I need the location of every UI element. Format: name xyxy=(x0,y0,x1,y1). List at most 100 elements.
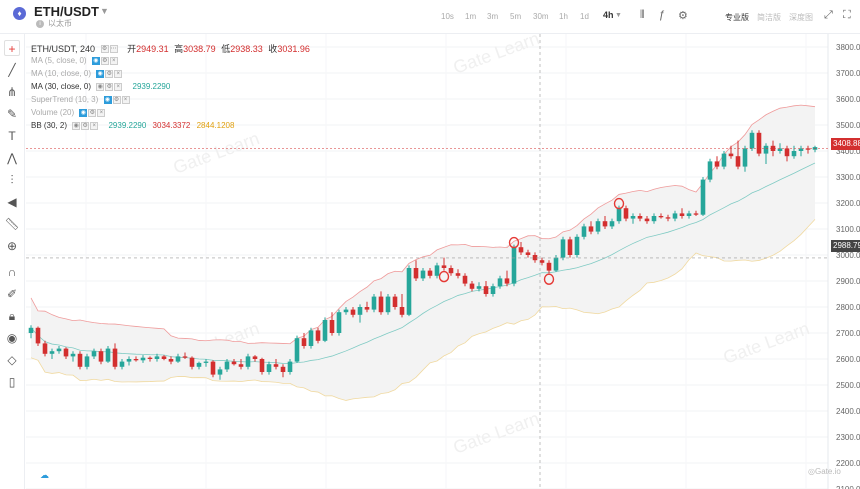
interval-10s[interactable]: 10s xyxy=(441,12,454,21)
drawing-toolbar: + ╱ ⋔ ✎ T ⋀ ⫶ ◀ 📏︎ ⊕ ∩ ✐ 🔒︎ ◉ ◇ ▯ xyxy=(0,34,25,489)
magnet-icon[interactable]: ∩ xyxy=(4,264,20,280)
interval-1h[interactable]: 1h xyxy=(559,12,568,21)
candle-body xyxy=(98,351,104,362)
candle-body xyxy=(651,216,657,222)
interval-3m[interactable]: 3m xyxy=(487,12,498,21)
candle-body xyxy=(735,156,741,167)
candle-body xyxy=(49,351,55,354)
candle-body xyxy=(546,262,552,271)
settings-icon[interactable]: ⚙ xyxy=(88,109,97,118)
legend-volume: Volume (20) ◉ ⚙ × xyxy=(31,108,310,121)
candle-body xyxy=(392,296,398,307)
candle-body xyxy=(574,236,580,255)
settings-icon[interactable]: ⚙ xyxy=(81,122,90,131)
bb-band-fill xyxy=(31,105,815,401)
candle-body xyxy=(763,145,769,154)
price-axis-label: 2600.00 xyxy=(836,355,860,364)
view-depth-button[interactable]: 深度图 xyxy=(789,12,813,23)
text-icon[interactable]: T xyxy=(4,128,20,144)
price-axis-label: 2900.00 xyxy=(836,277,860,286)
view-simple-button[interactable]: 简洁版 xyxy=(757,12,781,23)
interval-dropdown-icon[interactable]: ▼ xyxy=(615,12,622,19)
interval-1m[interactable]: 1m xyxy=(465,12,476,21)
settings-icon[interactable]: ⚙ xyxy=(678,9,688,22)
close-icon[interactable]: × xyxy=(114,70,123,79)
legend-more-icon[interactable]: ⋯ xyxy=(109,45,118,54)
pitchfork-icon[interactable]: ⋔ xyxy=(4,84,20,100)
candle-body xyxy=(595,221,601,232)
candle-body xyxy=(420,270,426,279)
candle-body xyxy=(483,286,489,294)
close-icon[interactable]: × xyxy=(109,57,118,66)
candle-body xyxy=(231,361,237,365)
brush-icon[interactable]: ✎ xyxy=(4,106,20,122)
visibility-icon[interactable]: ◉ xyxy=(79,109,88,118)
indicators-icon[interactable]: ƒ xyxy=(659,9,665,21)
visibility-icon[interactable]: ◉ xyxy=(103,96,112,105)
candle-body xyxy=(112,348,118,367)
candle-body xyxy=(35,327,41,344)
price-axis-label: 2500.00 xyxy=(836,381,860,390)
zoom-in-icon[interactable]: ⊕ xyxy=(4,238,20,254)
candle-body xyxy=(525,252,531,255)
price-axis-label: 3100.00 xyxy=(836,225,860,234)
candle-body xyxy=(679,213,685,216)
candle-body xyxy=(714,161,720,167)
pattern-icon[interactable]: ⋀ xyxy=(4,150,20,166)
settings-icon[interactable]: ⚙ xyxy=(112,96,121,105)
trash-icon[interactable]: ▯ xyxy=(4,374,20,390)
close-icon[interactable]: × xyxy=(97,109,106,118)
interval-5m[interactable]: 5m xyxy=(510,12,521,21)
candle-body xyxy=(126,359,132,362)
candle-body xyxy=(672,213,678,219)
ruler-icon[interactable]: 📏︎ xyxy=(4,216,20,232)
lock-drawing-icon[interactable]: ✐ xyxy=(4,286,20,302)
candle-body xyxy=(623,208,629,219)
candle-body xyxy=(217,369,223,375)
candle-body xyxy=(182,356,188,358)
visibility-icon[interactable]: ◉ xyxy=(72,122,81,131)
price-axis-label: 3600.00 xyxy=(836,95,860,104)
candle-type-icon[interactable]: ⫴ xyxy=(640,9,645,22)
eye-icon[interactable]: ◉ xyxy=(4,330,20,346)
pair-title[interactable]: ETH/USDT xyxy=(34,4,99,19)
candle-body xyxy=(693,213,699,215)
visibility-icon[interactable]: ◉ xyxy=(96,83,105,92)
candle-body xyxy=(329,320,335,333)
candle-body xyxy=(133,359,139,361)
interval-4h[interactable]: 4h xyxy=(603,10,614,20)
interval-30m[interactable]: 30m xyxy=(533,12,549,21)
candle-body xyxy=(336,312,342,333)
measure-icon[interactable]: ⫶ xyxy=(4,172,20,188)
visibility-icon[interactable]: ◉ xyxy=(96,70,105,79)
close-icon[interactable]: × xyxy=(90,122,99,131)
visibility-icon[interactable]: ◉ xyxy=(91,57,100,66)
candle-body xyxy=(700,179,706,215)
back-icon[interactable]: ◀ xyxy=(4,194,20,210)
chevron-down-icon[interactable]: ▼ xyxy=(100,6,109,16)
cloud-sync-icon[interactable]: ☁ xyxy=(40,470,49,481)
legend-settings-icon[interactable]: ⚙ xyxy=(100,45,109,54)
expand-icon[interactable]: ⛶ xyxy=(843,9,851,22)
candle-body xyxy=(469,283,475,289)
close-icon[interactable]: × xyxy=(121,96,130,105)
layers-icon[interactable]: ◇ xyxy=(4,352,20,368)
interval-1d[interactable]: 1d xyxy=(580,12,589,21)
lock-icon[interactable]: 🔒︎ xyxy=(4,308,20,324)
trend-line-icon[interactable]: ╱ xyxy=(4,62,20,78)
settings-icon[interactable]: ⚙ xyxy=(105,70,114,79)
settings-icon[interactable]: ⚙ xyxy=(100,57,109,66)
fullscreen-icon[interactable]: ⤢ xyxy=(824,9,833,22)
view-pro-button[interactable]: 专业版 xyxy=(725,12,749,23)
price-axis-label: 2300.00 xyxy=(836,433,860,442)
settings-icon[interactable]: ⚙ xyxy=(105,83,114,92)
legend-main-name: ETH/USDT, 240 xyxy=(31,43,96,54)
close-icon[interactable]: × xyxy=(114,83,123,92)
legend-main: ETH/USDT, 240 ⚙ ⋯ 开2949.31 高3038.79 低2938… xyxy=(31,43,310,55)
candle-body xyxy=(105,348,111,362)
candle-body xyxy=(28,327,34,333)
crosshair-icon[interactable]: + xyxy=(4,40,20,56)
candle-body xyxy=(77,353,83,367)
candle-body xyxy=(511,247,517,284)
candle-body xyxy=(749,132,755,149)
